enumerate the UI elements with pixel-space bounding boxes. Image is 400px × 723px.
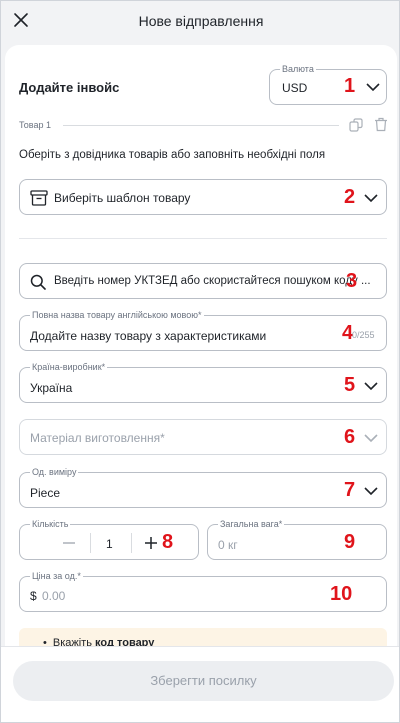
weight-placeholder: 0 кг [218, 538, 238, 552]
quantity-stepper[interactable]: Кількість 1 8 [19, 519, 199, 560]
invoice-title: Додайте інвойс [19, 80, 120, 95]
annotation-10: 10 [330, 583, 353, 605]
weight-input[interactable]: Загальна вага* 0 кг 9 [207, 519, 387, 560]
stepper-divider-left [90, 533, 91, 553]
template-select[interactable]: Виберіть шаблон товару 2 [19, 179, 387, 215]
search-placeholder: Введіть номер УКТЗЕД або скористайтеся п… [54, 275, 371, 287]
plus-icon[interactable] [144, 536, 158, 550]
item-divider [63, 125, 339, 126]
unit-price-input[interactable]: Ціна за од.* $ 0.00 10 [19, 571, 387, 612]
footer: Зберегти посилку [1, 646, 399, 722]
chevron-down-icon [364, 194, 378, 203]
price-placeholder: 0.00 [42, 589, 66, 603]
annotation-3: 3 [346, 270, 358, 292]
save-parcel-button[interactable]: Зберегти посилку [13, 661, 394, 701]
unit-value: Piece [30, 486, 61, 500]
currency-select[interactable]: Валюта USD 1 [269, 64, 387, 105]
quantity-label: Кількість [30, 519, 71, 529]
header: Нове відправлення [1, 1, 399, 41]
unit-label: Од. виміру [30, 467, 79, 477]
chevron-down-icon [366, 83, 380, 92]
annotation-5: 5 [344, 374, 356, 396]
page-title: Нове відправлення [138, 13, 264, 29]
product-name-input[interactable]: Повна назва товару англійською мовою* До… [19, 310, 387, 351]
annotation-7: 7 [344, 479, 356, 501]
country-label: Країна-виробник* [30, 362, 108, 372]
product-name-label: Повна назва товару англійською мовою* [30, 310, 204, 320]
material-placeholder: Матеріал виготовлення* [30, 431, 165, 445]
trash-icon[interactable] [374, 117, 388, 132]
search-icon [30, 274, 46, 290]
material-select[interactable]: Матеріал виготовлення* 6 [19, 419, 387, 455]
chevron-down-icon [364, 382, 378, 391]
annotation-9: 9 [344, 531, 356, 553]
quantity-value[interactable]: 1 [106, 537, 113, 551]
app-frame: Нове відправлення Додайте інвойс Валюта … [0, 0, 400, 723]
hs-code-search-input[interactable]: Введіть номер УКТЗЕД або скористайтеся п… [19, 263, 387, 299]
currency-label: Валюта [280, 64, 316, 74]
chevron-down-icon [364, 487, 378, 496]
weight-label: Загальна вага* [218, 519, 285, 529]
product-name-placeholder: Додайте назву товару з характеристиками [30, 329, 267, 343]
country-select[interactable]: Країна-виробник* Україна 5 [19, 362, 387, 403]
copy-icon[interactable] [349, 118, 363, 132]
stepper-divider-right [131, 533, 132, 553]
country-value: Україна [30, 381, 73, 395]
annotation-2: 2 [344, 186, 356, 208]
unit-select[interactable]: Од. виміру Piece 7 [19, 467, 387, 508]
item-label: Товар 1 [19, 120, 51, 130]
annotation-6: 6 [344, 426, 356, 448]
section-divider [19, 238, 387, 239]
currency-value: USD [282, 81, 308, 95]
form-card: Додайте інвойс Валюта USD 1 Товар 1 Обер… [5, 45, 397, 665]
archive-icon [30, 190, 48, 206]
annotation-8: 8 [162, 531, 174, 553]
price-currency: $ [30, 589, 37, 603]
template-placeholder: Виберіть шаблон товару [54, 191, 191, 205]
annotation-1: 1 [344, 75, 356, 97]
chevron-down-icon [364, 434, 378, 443]
price-label: Ціна за од.* [30, 571, 83, 581]
char-counter: 0/255 [352, 330, 375, 340]
minus-icon[interactable] [62, 536, 76, 550]
instruction-text: Оберіть з довідника товарів або заповніт… [19, 149, 326, 161]
